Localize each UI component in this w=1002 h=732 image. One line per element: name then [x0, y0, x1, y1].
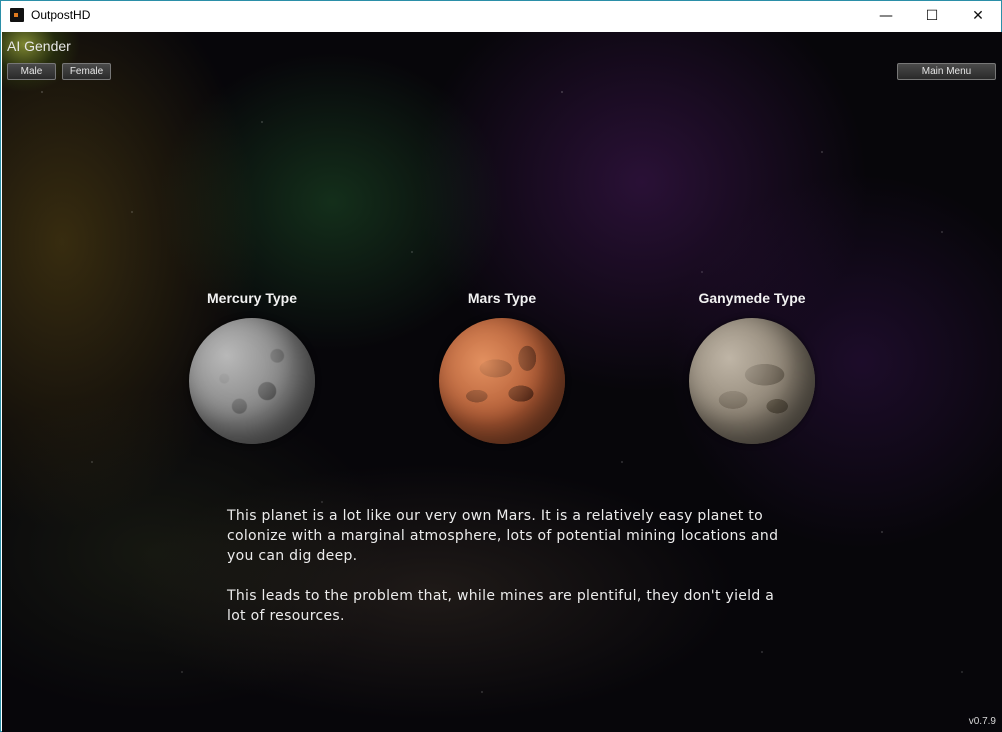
game-scene: AI Gender Male Female Main Menu Mercury …: [2, 32, 1002, 732]
planet-description: This planet is a lot like our very own M…: [227, 506, 787, 646]
title-bar[interactable]: OutpostHD — ☐ ✕: [1, 1, 1001, 31]
minimize-icon: —: [879, 8, 893, 24]
male-button[interactable]: Male: [7, 63, 56, 80]
close-icon: ✕: [972, 8, 984, 24]
maximize-icon: ☐: [925, 8, 939, 24]
description-paragraph-1: This planet is a lot like our very own M…: [227, 508, 779, 564]
mars-type-label: Mars Type: [467, 290, 537, 306]
mercury-planet[interactable]: [189, 318, 315, 444]
maximize-button[interactable]: ☐: [909, 1, 955, 31]
window-title: OutpostHD: [31, 8, 91, 22]
ai-gender-label: AI Gender: [7, 38, 71, 54]
mars-planet[interactable]: [439, 318, 565, 444]
ganymede-planet[interactable]: [689, 318, 815, 444]
main-menu-button[interactable]: Main Menu: [897, 63, 996, 80]
ganymede-type-label: Ganymede Type: [698, 290, 806, 306]
app-icon: [10, 8, 24, 22]
minimize-button[interactable]: —: [863, 1, 909, 31]
version-label: v0.7.9: [968, 716, 996, 727]
close-button[interactable]: ✕: [955, 1, 1001, 31]
description-paragraph-2: This leads to the problem that, while mi…: [227, 588, 775, 624]
app-window: OutpostHD — ☐ ✕ AI Gender Male Female Ma…: [0, 0, 1002, 732]
mercury-type-label: Mercury Type: [207, 290, 297, 306]
female-button[interactable]: Female: [62, 63, 111, 80]
